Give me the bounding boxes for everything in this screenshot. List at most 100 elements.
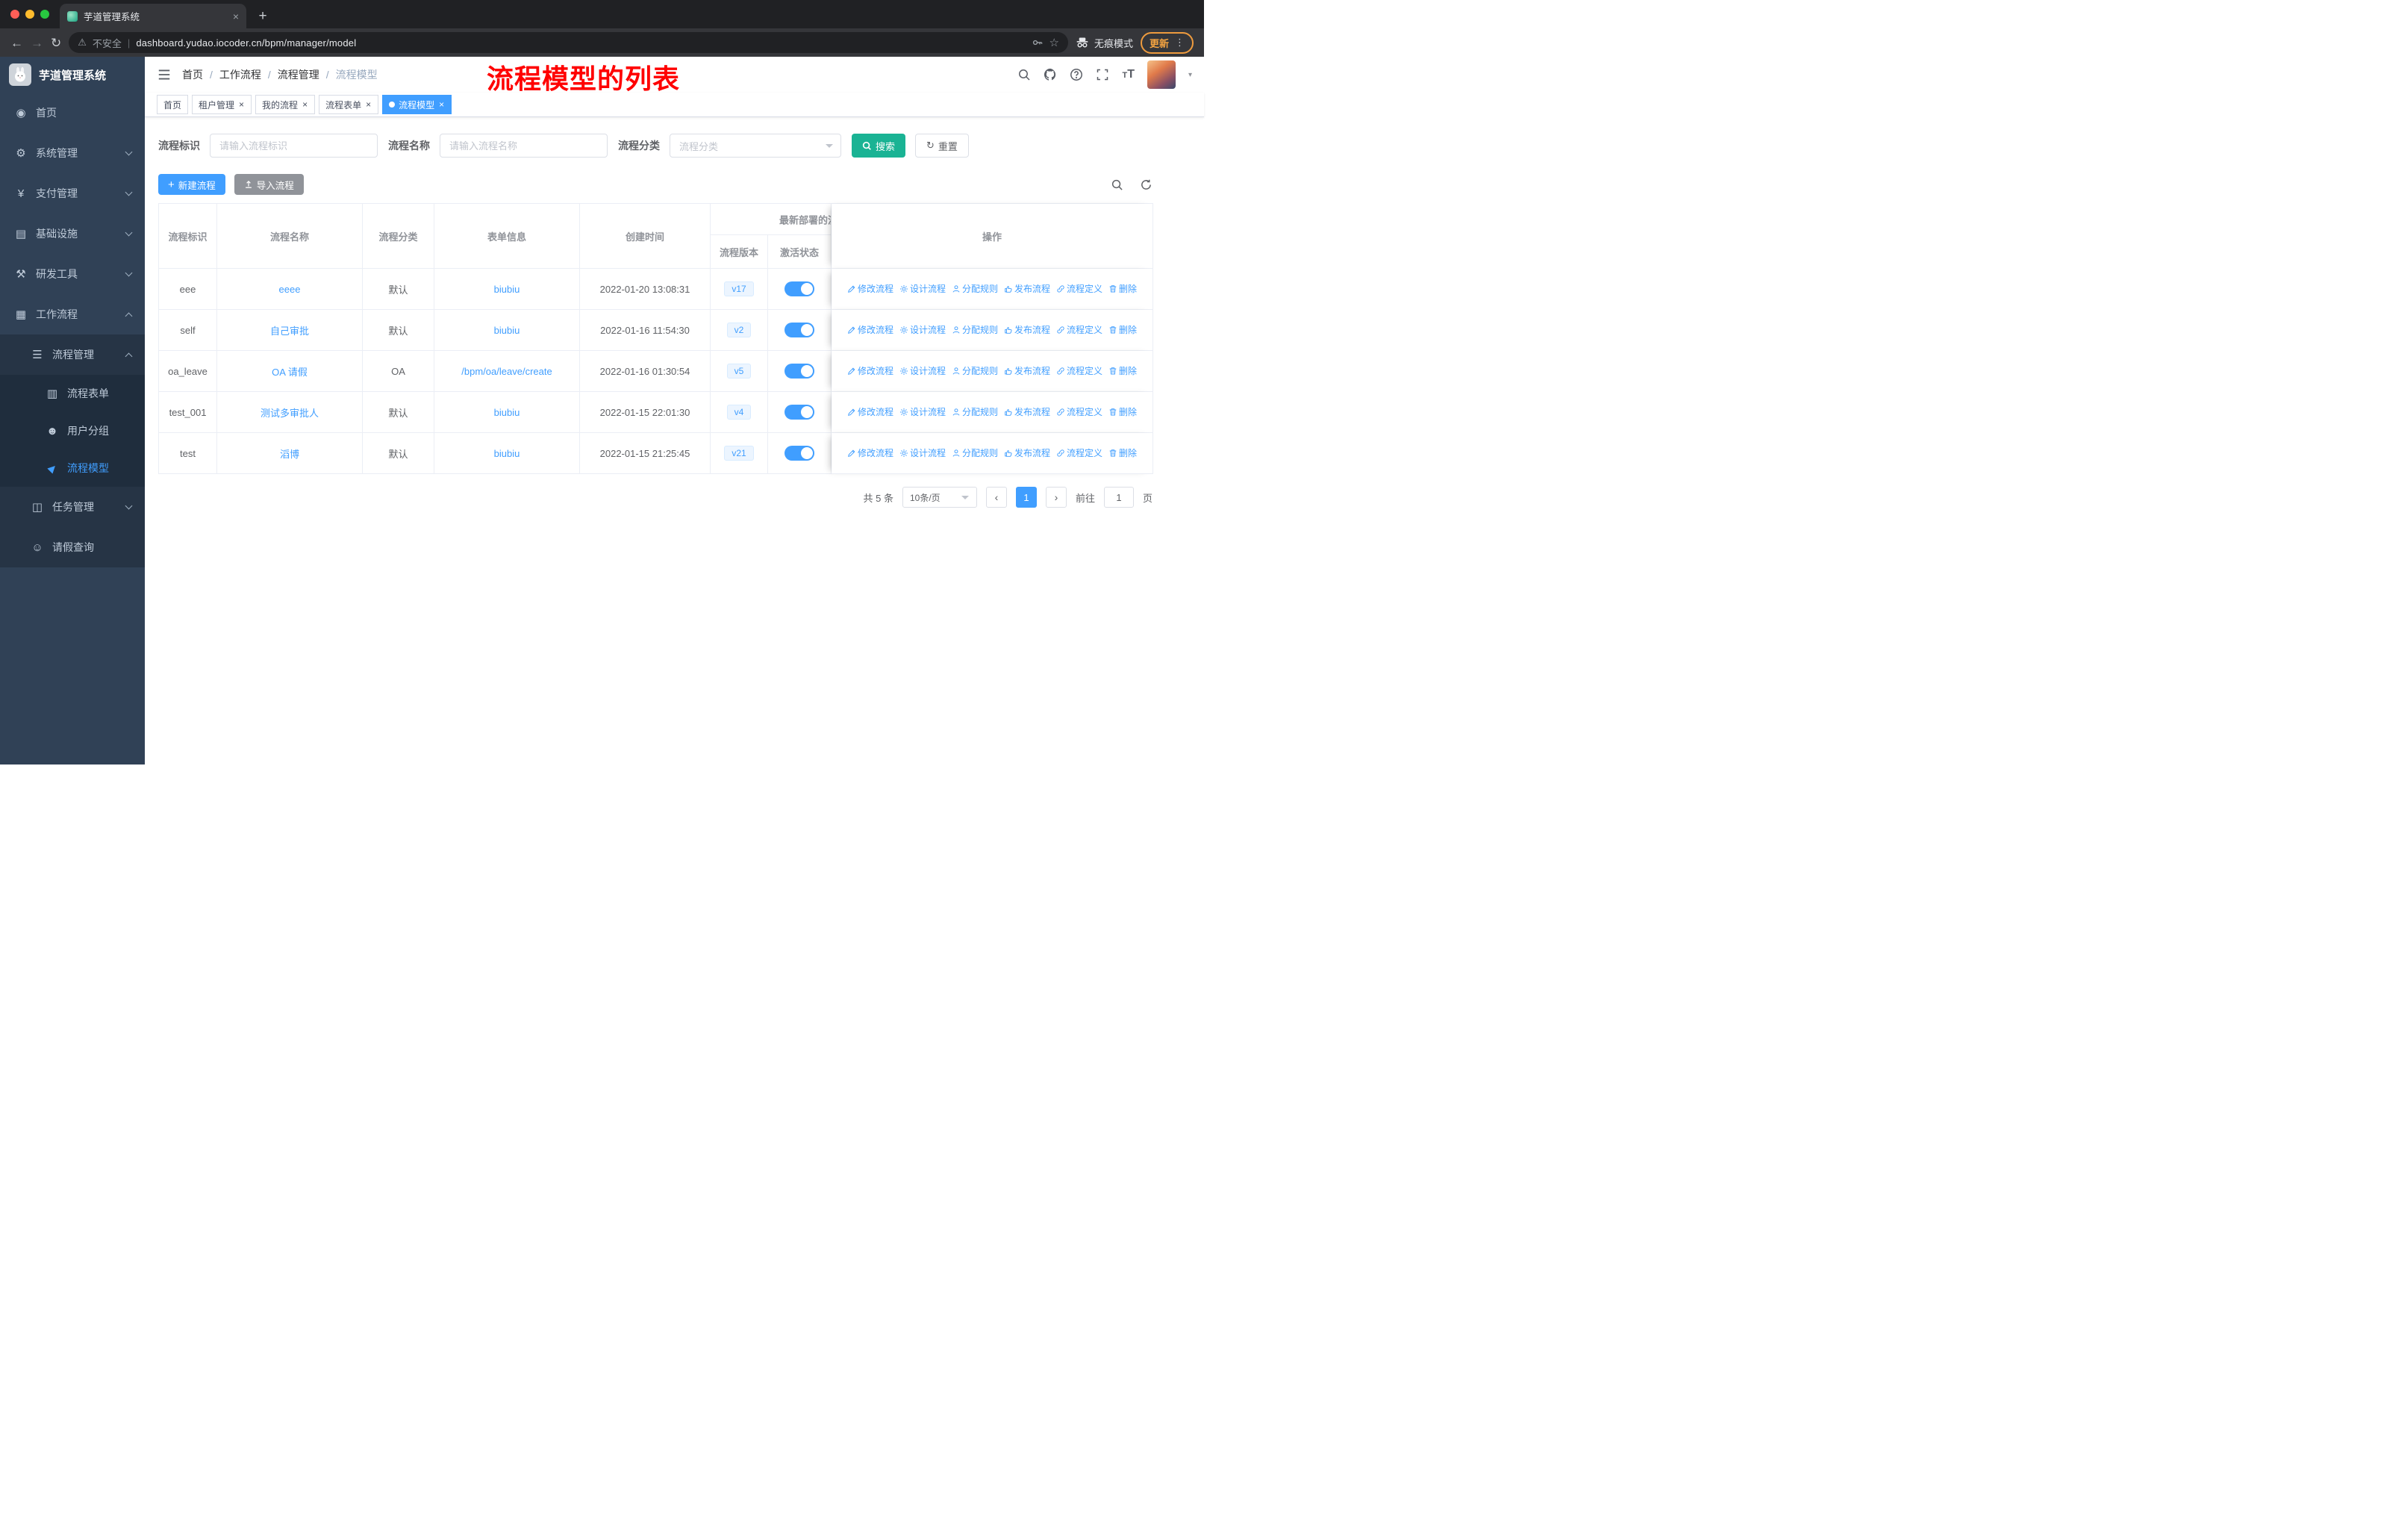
tag-item[interactable]: 我的流程 × [255,95,316,114]
row-action-delete[interactable]: 删除 [1108,446,1137,459]
sidebar-item-process-form[interactable]: ▥ 流程表单 [0,375,145,412]
active-toggle[interactable] [785,323,814,337]
bookmark-star-icon[interactable]: ☆ [1049,36,1059,49]
row-action-definition[interactable]: 流程定义 [1056,446,1102,459]
process-name-link[interactable]: 测试多审批人 [261,408,319,419]
zoom-window-button[interactable] [40,10,49,19]
back-button[interactable]: ← [10,37,23,49]
row-action-edit[interactable]: 修改流程 [847,405,893,418]
breadcrumb-item[interactable]: 首页 [182,67,203,82]
password-key-icon[interactable] [1032,37,1044,49]
import-process-button[interactable]: 导入流程 [234,174,304,195]
row-action-edit[interactable]: 修改流程 [847,446,893,459]
sidebar-item-process-manage[interactable]: ☰ 流程管理 [0,334,145,375]
browser-tab[interactable]: 芋道管理系统 × [60,4,246,28]
help-icon[interactable] [1070,68,1083,81]
tag-item[interactable]: 租户管理 × [192,95,252,114]
sidebar-item-system-manage[interactable]: ⚙ 系统管理 [0,133,145,173]
browser-menu-dots-icon[interactable]: ⋮ [1175,37,1185,49]
row-action-definition[interactable]: 流程定义 [1056,282,1102,295]
sidebar-collapse-icon[interactable] [157,67,172,82]
tag-close-icon[interactable]: × [302,100,308,109]
sidebar-item-infrastructure[interactable]: ▤ 基础设施 [0,214,145,254]
row-action-delete[interactable]: 删除 [1108,364,1137,377]
page-1-button[interactable]: 1 [1015,487,1037,508]
sidebar-item-leave-query[interactable]: ☺ 请假查询 [0,527,145,567]
new-tab-button[interactable]: + [252,6,273,27]
tag-item[interactable]: 流程表单 × [319,95,379,114]
row-action-assign[interactable]: 分配规则 [952,282,998,295]
tag-item[interactable]: 流程模型 × [382,95,452,114]
reset-button[interactable]: ↻ 重置 [915,134,969,158]
active-toggle[interactable] [785,405,814,420]
breadcrumb-item[interactable]: 流程管理 [278,67,319,82]
tag-item[interactable]: 首页 [157,95,189,114]
toggle-search-icon[interactable] [1111,178,1123,191]
row-action-assign[interactable]: 分配规则 [952,364,998,377]
close-window-button[interactable] [10,10,19,19]
tag-close-icon[interactable]: × [238,100,245,109]
form-info-link[interactable]: biubiu [494,325,520,336]
row-action-delete[interactable]: 删除 [1108,323,1137,336]
process-name-link[interactable]: eeee [279,284,301,295]
process-name-link[interactable]: OA 请假 [272,367,308,378]
row-action-definition[interactable]: 流程定义 [1056,405,1102,418]
row-action-assign[interactable]: 分配规则 [952,323,998,336]
row-action-publish[interactable]: 发布流程 [1004,446,1050,459]
form-info-link[interactable]: biubiu [494,284,520,295]
reload-button[interactable]: ↻ [51,37,61,49]
minimize-window-button[interactable] [25,10,34,19]
create-process-button[interactable]: + 新建流程 [158,174,225,195]
page-size-select[interactable]: 10条/页 [902,487,977,508]
forward-button[interactable]: → [31,37,43,49]
row-action-assign[interactable]: 分配规则 [952,446,998,459]
form-info-link[interactable]: /bpm/oa/leave/create [461,366,552,377]
update-button[interactable]: 更新 ⋮ [1140,31,1194,54]
font-size-icon[interactable]: TT [1122,69,1135,81]
active-toggle[interactable] [785,364,814,379]
process-name-link[interactable]: 自己审批 [270,326,309,337]
sidebar-item-user-group[interactable]: ☻ 用户分组 [0,412,145,449]
sidebar-item-payment-manage[interactable]: ¥ 支付管理 [0,173,145,214]
form-info-link[interactable]: biubiu [494,407,520,418]
row-action-delete[interactable]: 删除 [1108,405,1137,418]
row-action-edit[interactable]: 修改流程 [847,364,893,377]
fullscreen-icon[interactable] [1096,68,1109,81]
sidebar-item-dev-tools[interactable]: ⚒ 研发工具 [0,254,145,294]
search-icon[interactable] [1017,68,1031,81]
sidebar-item-workflow[interactable]: ▦ 工作流程 [0,294,145,334]
row-action-design[interactable]: 设计流程 [899,323,946,336]
sidebar-item-task-manage[interactable]: ◫ 任务管理 [0,487,145,527]
row-action-design[interactable]: 设计流程 [899,364,946,377]
search-button[interactable]: 搜索 [852,134,906,158]
refresh-icon[interactable] [1140,178,1152,191]
breadcrumb-item[interactable]: 工作流程 [219,67,261,82]
category-select[interactable]: 流程分类 [670,134,841,158]
tag-close-icon[interactable]: × [365,100,372,109]
process-name-link[interactable]: 滔博 [280,449,299,460]
tab-close-icon[interactable]: × [233,10,239,22]
row-action-publish[interactable]: 发布流程 [1004,323,1050,336]
row-action-publish[interactable]: 发布流程 [1004,364,1050,377]
row-action-publish[interactable]: 发布流程 [1004,405,1050,418]
form-info-link[interactable]: biubiu [494,448,520,459]
row-action-design[interactable]: 设计流程 [899,405,946,418]
user-avatar[interactable] [1147,60,1176,89]
next-page-button[interactable]: › [1045,487,1067,508]
row-action-design[interactable]: 设计流程 [899,446,946,459]
row-action-publish[interactable]: 发布流程 [1004,282,1050,295]
github-icon[interactable] [1044,68,1057,81]
active-toggle[interactable] [785,281,814,296]
row-action-edit[interactable]: 修改流程 [847,323,893,336]
tag-close-icon[interactable]: × [438,100,445,109]
row-action-definition[interactable]: 流程定义 [1056,323,1102,336]
row-action-edit[interactable]: 修改流程 [847,282,893,295]
address-bar[interactable]: ⚠ 不安全 | dashboard.yudao.iocoder.cn/bpm/m… [69,32,1068,53]
active-toggle[interactable] [785,446,814,461]
process-name-input[interactable] [440,134,608,158]
row-action-design[interactable]: 设计流程 [899,282,946,295]
prev-page-button[interactable]: ‹ [985,487,1007,508]
row-action-assign[interactable]: 分配规则 [952,405,998,418]
sidebar-item-home[interactable]: ◉ 首页 [0,93,145,133]
row-action-delete[interactable]: 删除 [1108,282,1137,295]
